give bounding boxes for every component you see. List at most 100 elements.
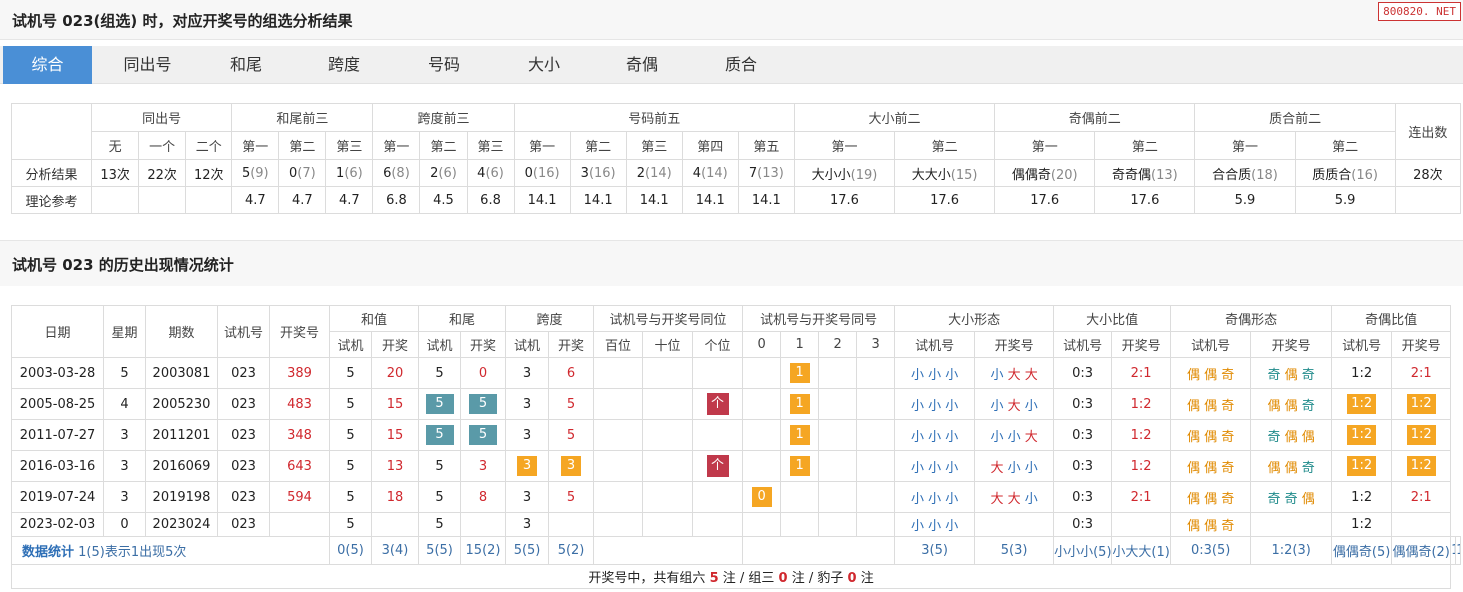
sum-trial-cell: 5 <box>329 357 372 389</box>
pattern-char: 大 <box>990 460 1004 476</box>
size-ratio-draw: 1:2 <box>1111 419 1172 451</box>
date-cell: 2019-07-24 <box>11 481 104 513</box>
ref-cell: 6.8 <box>372 186 421 214</box>
highlight-chip: 个 <box>706 393 729 415</box>
pattern-char: 小 <box>1024 398 1038 414</box>
ref-cell: 5.9 <box>1194 186 1296 214</box>
tail-draw-cell: 5 <box>460 388 507 420</box>
tab-zhihe[interactable]: 质合 <box>695 46 787 84</box>
highlight-chip: 5 <box>469 394 498 414</box>
same-number-cell <box>742 357 782 389</box>
table-row: 2016-03-16 3 2016069 023 643 5 13 5 3 3 3 个 1 小 小 小大 … <box>11 450 1461 482</box>
same-position-cell <box>692 481 744 513</box>
result-value: 28次 <box>1413 167 1443 183</box>
size-ratio-trial: 0:3 <box>1053 481 1113 513</box>
size-ratio-draw: 1:2 <box>1111 450 1172 482</box>
stat-note: 1(5)表示1出现5次 <box>78 545 187 560</box>
column-header: 试机号 <box>217 305 270 358</box>
stat-same-cell <box>593 536 744 565</box>
stat-label: 数据统计 <box>22 545 75 560</box>
highlight-chip: 1:2 <box>1406 456 1436 476</box>
same-number-cell: 1 <box>780 357 820 389</box>
size-pattern-draw <box>974 512 1055 537</box>
sub-column-header: 开奖号 <box>1111 331 1172 358</box>
stat-cell: 小小小(5) <box>1053 536 1113 565</box>
stat-label-cell: 数据统计 1(5)表示1出现5次 <box>11 536 330 565</box>
tab-daxiao[interactable]: 大小 <box>498 46 590 84</box>
size-pattern-trial: 小 小 小 <box>894 388 976 420</box>
pattern-char: 奇 <box>1267 491 1281 507</box>
tab-hewei[interactable]: 和尾 <box>200 46 292 84</box>
parity-ratio-draw: 2:1 <box>1391 357 1452 389</box>
pattern-char: 小 <box>1007 429 1021 445</box>
size-ratio-draw: 2:1 <box>1111 481 1172 513</box>
pattern-char: 小 <box>990 398 1004 414</box>
sub-column-header: 试机 <box>329 331 372 358</box>
sub-header: 第二 <box>569 131 627 160</box>
span-draw-cell: 5 <box>548 419 595 451</box>
same-number-cell <box>818 450 858 482</box>
tab-zonghe[interactable]: 综合 <box>3 46 92 84</box>
tail-trial-cell: 5 <box>418 419 462 451</box>
sub-header: 第一 <box>372 131 421 160</box>
same-position-cell <box>642 450 694 482</box>
sub-header: 第五 <box>737 131 795 160</box>
pattern-char: 偶 <box>1284 460 1298 476</box>
size-pattern-draw: 小 大 大 <box>974 357 1055 389</box>
result-count: (16) <box>532 165 560 181</box>
same-position-cell: 个 <box>692 388 744 420</box>
result-cell: 28次 <box>1394 159 1462 187</box>
pattern-char: 小 <box>990 367 1004 383</box>
same-position-cell <box>642 481 694 513</box>
weekday-cell: 0 <box>103 512 146 537</box>
issue-cell: 2023024 <box>145 512 218 537</box>
highlight-chip: 0 <box>751 487 772 507</box>
sum-trial-cell: 5 <box>329 419 372 451</box>
same-position-cell <box>692 357 744 389</box>
result-count: (14) <box>645 165 672 181</box>
corner-cell <box>10 103 93 160</box>
same-number-cell <box>856 481 896 513</box>
tail-draw-cell: 3 <box>460 450 507 482</box>
trial-number-cell: 023 <box>217 481 270 513</box>
draw-number-cell: 594 <box>269 481 330 513</box>
tab-haoma[interactable]: 号码 <box>398 46 490 84</box>
date-cell: 2003-03-28 <box>11 357 104 389</box>
tab-kuadu[interactable]: 跨度 <box>298 46 390 84</box>
result-cell: 0(7) <box>278 159 327 187</box>
sub-column-header: 0 <box>742 331 782 358</box>
sub-column-header: 开奖号 <box>1250 331 1333 358</box>
result-cell: 4(6) <box>466 159 515 187</box>
parity-ratio-draw <box>1391 512 1452 537</box>
pattern-char: 偶 <box>1301 429 1315 445</box>
column-header: 日期 <box>11 305 104 358</box>
weekday-cell: 5 <box>103 357 146 389</box>
tail-draw-cell: 8 <box>460 481 507 513</box>
ref-cell: 4.7 <box>278 186 327 214</box>
result-cell: 大小小(19) <box>793 159 896 187</box>
same-position-cell <box>593 512 644 537</box>
stat-cell: 3(4) <box>370 536 420 565</box>
result-value: 大大小 <box>911 167 951 183</box>
sub-header: 第一 <box>793 131 896 160</box>
tab-jiou[interactable]: 奇偶 <box>596 46 688 84</box>
same-position-cell: 个 <box>692 450 744 482</box>
parity-ratio-draw: 1:2 <box>1391 388 1452 420</box>
result-count: (19) <box>850 167 878 183</box>
result-value: 7 <box>748 165 758 181</box>
ref-cell: 14.1 <box>513 186 571 214</box>
result-cell: 13次 <box>91 159 140 187</box>
same-number-cell <box>742 419 782 451</box>
draw-number-cell: 389 <box>269 357 330 389</box>
ref-cell <box>91 186 140 214</box>
tab-tongchu[interactable]: 同出号 <box>100 46 195 84</box>
same-number-cell: 1 <box>780 419 820 451</box>
result-count: (16) <box>1351 167 1378 183</box>
span-trial-cell: 3 <box>505 419 550 451</box>
result-count: (9) <box>250 165 269 181</box>
parity-pattern-draw: 偶 偶 奇 <box>1250 450 1333 482</box>
result-value: 12次 <box>193 167 224 183</box>
sub-column-header: 试机 <box>505 331 550 358</box>
pattern-char: 大 <box>1007 367 1021 383</box>
same-position-cell <box>642 388 694 420</box>
